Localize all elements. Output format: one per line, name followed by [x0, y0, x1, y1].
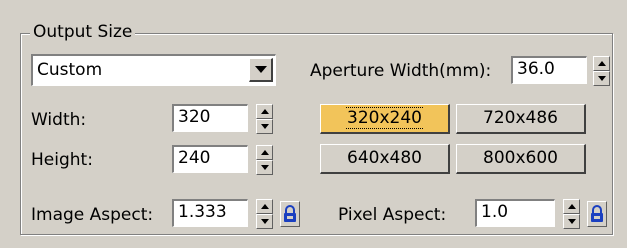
group-title: Output Size	[30, 21, 136, 43]
arrow-down-icon	[598, 76, 606, 81]
spinner-down-button[interactable]	[256, 214, 273, 229]
preset-320x240-button[interactable]: 320x240	[320, 104, 450, 134]
output-size-dropdown[interactable]: Custom	[31, 54, 276, 86]
aperture-width-label: Aperture Width(mm):	[310, 61, 492, 81]
pixel-aspect-lock-button[interactable]	[587, 201, 607, 227]
aperture-width-input[interactable]: 36.0	[511, 56, 587, 84]
spinner-up-button[interactable]	[256, 104, 273, 119]
chevron-down-icon	[254, 66, 267, 73]
spinner-down-button[interactable]	[593, 71, 610, 86]
image-aspect-lock-button[interactable]	[280, 201, 300, 227]
height-input[interactable]: 240	[172, 145, 248, 173]
spinner-up-button[interactable]	[593, 56, 610, 71]
spinner-down-button[interactable]	[256, 119, 273, 134]
height-spinner[interactable]	[256, 145, 273, 175]
aperture-width-spinner[interactable]	[593, 56, 610, 86]
preset-720x486-button[interactable]: 720x486	[456, 104, 586, 134]
width-label: Width:	[31, 110, 87, 130]
dropdown-button[interactable]	[249, 58, 273, 82]
dropdown-value: Custom	[37, 60, 103, 80]
arrow-up-icon	[568, 204, 576, 209]
arrow-up-icon	[261, 204, 269, 209]
pixel-aspect-spinner[interactable]	[563, 199, 580, 229]
height-label: Height:	[31, 150, 93, 170]
arrow-down-icon	[261, 219, 269, 224]
width-spinner[interactable]	[256, 104, 273, 134]
spinner-down-button[interactable]	[256, 160, 273, 175]
image-aspect-label: Image Aspect:	[31, 205, 154, 225]
arrow-down-icon	[568, 219, 576, 224]
arrow-up-icon	[598, 61, 606, 66]
arrow-up-icon	[261, 109, 269, 114]
image-aspect-input[interactable]: 1.333	[172, 199, 248, 227]
image-aspect-spinner[interactable]	[256, 199, 273, 229]
arrow-down-icon	[261, 165, 269, 170]
lock-icon	[284, 205, 296, 222]
arrow-down-icon	[261, 124, 269, 129]
lock-icon	[591, 205, 603, 222]
spinner-up-button[interactable]	[256, 199, 273, 214]
width-input[interactable]: 320	[172, 104, 248, 132]
arrow-up-icon	[261, 150, 269, 155]
spinner-up-button[interactable]	[256, 145, 273, 160]
preset-640x480-button[interactable]: 640x480	[320, 144, 450, 174]
spinner-up-button[interactable]	[563, 199, 580, 214]
pixel-aspect-input[interactable]: 1.0	[475, 199, 555, 227]
preset-800x600-button[interactable]: 800x600	[456, 144, 586, 174]
spinner-down-button[interactable]	[563, 214, 580, 229]
pixel-aspect-label: Pixel Aspect:	[338, 205, 447, 225]
